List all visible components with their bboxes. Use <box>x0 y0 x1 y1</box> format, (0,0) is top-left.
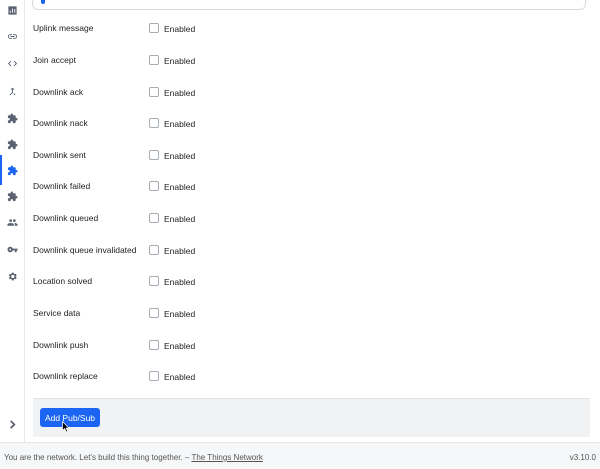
enabled-checkbox[interactable] <box>149 371 159 381</box>
message-type-row: Join accept Enabled <box>25 52 600 72</box>
page-footer: You are the network. Let's build this th… <box>0 442 600 469</box>
puzzle-icon[interactable] <box>0 155 25 185</box>
enabled-checkbox[interactable] <box>149 213 159 223</box>
message-type-label: Downlink failed <box>33 181 91 191</box>
enabled-checkbox-label[interactable]: Enabled <box>164 24 195 34</box>
enabled-checkbox-label[interactable]: Enabled <box>164 214 195 224</box>
message-type-row: Service data Enabled <box>25 305 600 325</box>
enabled-checkbox-label[interactable]: Enabled <box>164 88 195 98</box>
footer-link[interactable]: The Things Network <box>191 453 262 462</box>
users-icon[interactable] <box>0 213 25 231</box>
message-type-label: Downlink ack <box>33 87 84 97</box>
message-type-row: Downlink queued Enabled <box>25 210 600 230</box>
version-label: v3.10.0 <box>569 453 596 462</box>
enabled-checkbox-label[interactable]: Enabled <box>164 372 195 382</box>
puzzle-icon[interactable] <box>0 109 25 127</box>
message-type-label: Downlink queue invalidated <box>33 245 137 255</box>
enabled-checkbox-label[interactable]: Enabled <box>164 341 195 351</box>
sidebar <box>0 0 25 442</box>
message-type-row: Downlink sent Enabled <box>25 147 600 167</box>
enabled-checkbox[interactable] <box>149 308 159 318</box>
message-type-label: Join accept <box>33 55 76 65</box>
message-type-label: Service data <box>33 308 81 318</box>
gear-icon[interactable] <box>0 267 25 285</box>
puzzle-icon[interactable] <box>0 135 25 153</box>
chart-icon[interactable] <box>0 1 25 19</box>
puzzle-icon[interactable] <box>0 187 25 205</box>
enabled-checkbox[interactable] <box>149 181 159 191</box>
message-type-label: Downlink replace <box>33 371 98 381</box>
message-type-row: Downlink replace Enabled <box>25 368 600 388</box>
main-content: Uplink message Enabled Join accept Enabled D… <box>25 0 600 442</box>
enabled-checkbox[interactable] <box>149 55 159 65</box>
enabled-checkbox[interactable] <box>149 118 159 128</box>
enabled-checkbox-label[interactable]: Enabled <box>164 246 195 256</box>
link-icon[interactable] <box>0 27 25 45</box>
enabled-checkbox[interactable] <box>149 276 159 286</box>
enabled-checkbox-label[interactable]: Enabled <box>164 309 195 319</box>
message-type-label: Uplink message <box>33 23 94 33</box>
message-type-row: Location solved Enabled <box>25 273 600 293</box>
chevron-right-icon[interactable] <box>0 416 25 432</box>
enabled-checkbox[interactable] <box>149 340 159 350</box>
message-type-label: Downlink push <box>33 340 89 350</box>
message-type-row: Downlink queue invalidated Enabled <box>25 242 600 262</box>
enabled-checkbox-label[interactable]: Enabled <box>164 56 195 66</box>
message-type-label: Location solved <box>33 276 93 286</box>
mouse-cursor-icon <box>62 421 70 433</box>
code-icon[interactable] <box>0 54 25 72</box>
key-icon[interactable] <box>0 240 25 258</box>
footer-tagline: You are the network. Let's build this th… <box>4 453 263 462</box>
message-type-row: Downlink nack Enabled <box>25 115 600 135</box>
notice-banner <box>32 0 586 10</box>
message-type-row: Downlink failed Enabled <box>25 178 600 198</box>
enabled-checkbox[interactable] <box>149 150 159 160</box>
enabled-checkbox-label[interactable]: Enabled <box>164 119 195 129</box>
enabled-checkbox-label[interactable]: Enabled <box>164 182 195 192</box>
enabled-checkbox[interactable] <box>149 87 159 97</box>
merge-icon[interactable] <box>0 82 25 100</box>
enabled-checkbox[interactable] <box>149 245 159 255</box>
footer-tagline-text: You are the network. Let's build this th… <box>4 453 192 462</box>
enabled-checkbox-label[interactable]: Enabled <box>164 151 195 161</box>
message-type-row: Downlink ack Enabled <box>25 84 600 104</box>
message-type-label: Downlink nack <box>33 118 88 128</box>
message-type-label: Downlink sent <box>33 150 86 160</box>
form-actions: Add Pub/Sub <box>33 398 590 437</box>
message-type-row: Uplink message Enabled <box>25 20 600 40</box>
add-pubsub-button[interactable]: Add Pub/Sub <box>40 408 100 427</box>
enabled-checkbox-label[interactable]: Enabled <box>164 277 195 287</box>
message-type-row: Downlink push Enabled <box>25 337 600 357</box>
message-type-label: Downlink queued <box>33 213 99 223</box>
enabled-checkbox[interactable] <box>149 23 159 33</box>
